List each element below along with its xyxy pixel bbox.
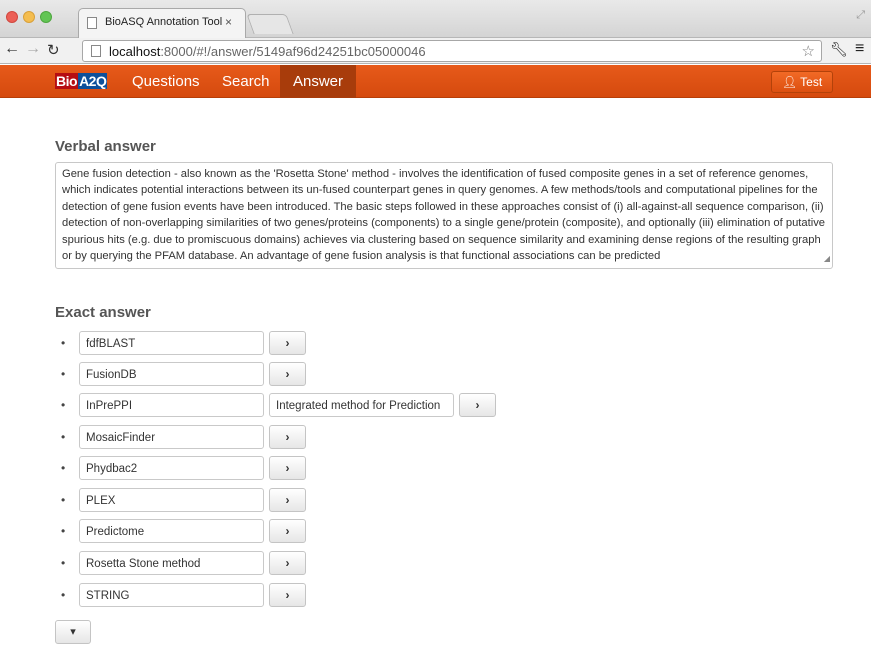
chevron-right-icon: › bbox=[285, 556, 290, 570]
chevron-down-icon: ▾ bbox=[70, 626, 76, 638]
chevron-right-icon: › bbox=[285, 461, 290, 475]
nav-search[interactable]: Search bbox=[209, 65, 283, 98]
bullet: • bbox=[61, 336, 66, 350]
user-icon: 👤︎ bbox=[781, 75, 798, 89]
exact-answer-input[interactable]: Phydbac2 bbox=[79, 456, 264, 480]
fullscreen-icon[interactable]: ⤢ bbox=[856, 9, 865, 22]
window-maximize-button[interactable] bbox=[40, 11, 52, 23]
tab-title: BioASQ Annotation Tool bbox=[105, 16, 223, 28]
user-label: Test bbox=[800, 75, 823, 89]
browser-tabbar: BioASQ Annotation Tool × ⤢ bbox=[0, 0, 871, 38]
exact-answer-input[interactable]: FusionDB bbox=[79, 362, 264, 386]
forward-arrow-icon[interactable]: → bbox=[25, 40, 41, 58]
show-more-button[interactable]: ▾ bbox=[55, 620, 91, 644]
bullet: • bbox=[61, 493, 66, 507]
nav-questions[interactable]: Questions bbox=[119, 65, 213, 98]
synonym-input[interactable]: Integrated method for Prediction bbox=[269, 393, 454, 417]
chevron-right-icon: › bbox=[285, 430, 290, 444]
verbal-answer-title: Verbal answer bbox=[55, 138, 156, 155]
browser-toolbar: ← → ↻ localhost:8000/#!/answer/5149af96d… bbox=[0, 38, 871, 64]
exact-answer-input[interactable]: MosaicFinder bbox=[79, 425, 264, 449]
bullet: • bbox=[61, 398, 66, 412]
bullet: • bbox=[61, 461, 66, 475]
expand-button[interactable]: › bbox=[269, 456, 306, 480]
expand-button[interactable]: › bbox=[269, 488, 306, 512]
chevron-right-icon: › bbox=[285, 493, 290, 507]
chevron-right-icon: › bbox=[285, 524, 290, 538]
expand-button[interactable]: › bbox=[269, 519, 306, 543]
back-arrow-icon[interactable]: ← bbox=[4, 40, 20, 58]
window-minimize-button[interactable] bbox=[23, 11, 35, 23]
expand-button[interactable]: › bbox=[269, 425, 306, 449]
chevron-right-icon: › bbox=[285, 367, 290, 381]
bullet: • bbox=[61, 367, 66, 381]
expand-button[interactable]: › bbox=[269, 551, 306, 575]
url-text: localhost:8000/#!/answer/5149af96d24251b… bbox=[109, 44, 426, 59]
bullet: • bbox=[61, 556, 66, 570]
chevron-right-icon: › bbox=[285, 336, 290, 350]
verbal-answer-text: Gene fusion detection - also known as th… bbox=[62, 168, 826, 263]
verbal-answer-textarea[interactable]: Gene fusion detection - also known as th… bbox=[55, 162, 833, 269]
app-navbar: Bio A2Q Questions Search Answer 👤︎ Test bbox=[0, 65, 871, 98]
resize-grip-icon[interactable]: ◢ bbox=[824, 251, 830, 267]
wrench-icon[interactable]: 🔧︎ bbox=[830, 41, 848, 58]
browser-tab[interactable]: BioASQ Annotation Tool × bbox=[78, 8, 246, 38]
menu-icon[interactable]: ≡ bbox=[855, 40, 864, 58]
expand-button[interactable]: › bbox=[459, 393, 496, 417]
exact-answer-input[interactable]: fdfBLAST bbox=[79, 331, 264, 355]
bullet: • bbox=[61, 524, 66, 538]
chevron-right-icon: › bbox=[475, 398, 480, 412]
expand-button[interactable]: › bbox=[269, 331, 306, 355]
address-bar[interactable]: localhost:8000/#!/answer/5149af96d24251b… bbox=[82, 40, 822, 62]
chevron-right-icon: › bbox=[285, 588, 290, 602]
tab-close-icon[interactable]: × bbox=[225, 15, 232, 29]
reload-icon[interactable]: ↻ bbox=[47, 41, 60, 59]
exact-answer-input[interactable]: Predictome bbox=[79, 519, 264, 543]
user-button[interactable]: 👤︎ Test bbox=[771, 71, 833, 93]
exact-answer-input[interactable]: STRING bbox=[79, 583, 264, 607]
bullet: • bbox=[61, 430, 66, 444]
exact-answer-title: Exact answer bbox=[55, 304, 151, 321]
page-icon bbox=[91, 45, 101, 57]
exact-answer-input[interactable]: Rosetta Stone method bbox=[79, 551, 264, 575]
page-icon bbox=[87, 17, 97, 29]
bullet: • bbox=[61, 588, 66, 602]
brand-logo[interactable]: Bio A2Q bbox=[55, 73, 108, 91]
exact-answer-input[interactable]: InPrePPI bbox=[79, 393, 264, 417]
bookmark-star-icon[interactable]: ☆ bbox=[802, 42, 815, 60]
expand-button[interactable]: › bbox=[269, 362, 306, 386]
expand-button[interactable]: › bbox=[269, 583, 306, 607]
new-tab-button[interactable] bbox=[246, 14, 294, 34]
window-close-button[interactable] bbox=[6, 11, 18, 23]
nav-answer[interactable]: Answer bbox=[280, 65, 357, 98]
exact-answer-input[interactable]: PLEX bbox=[79, 488, 264, 512]
